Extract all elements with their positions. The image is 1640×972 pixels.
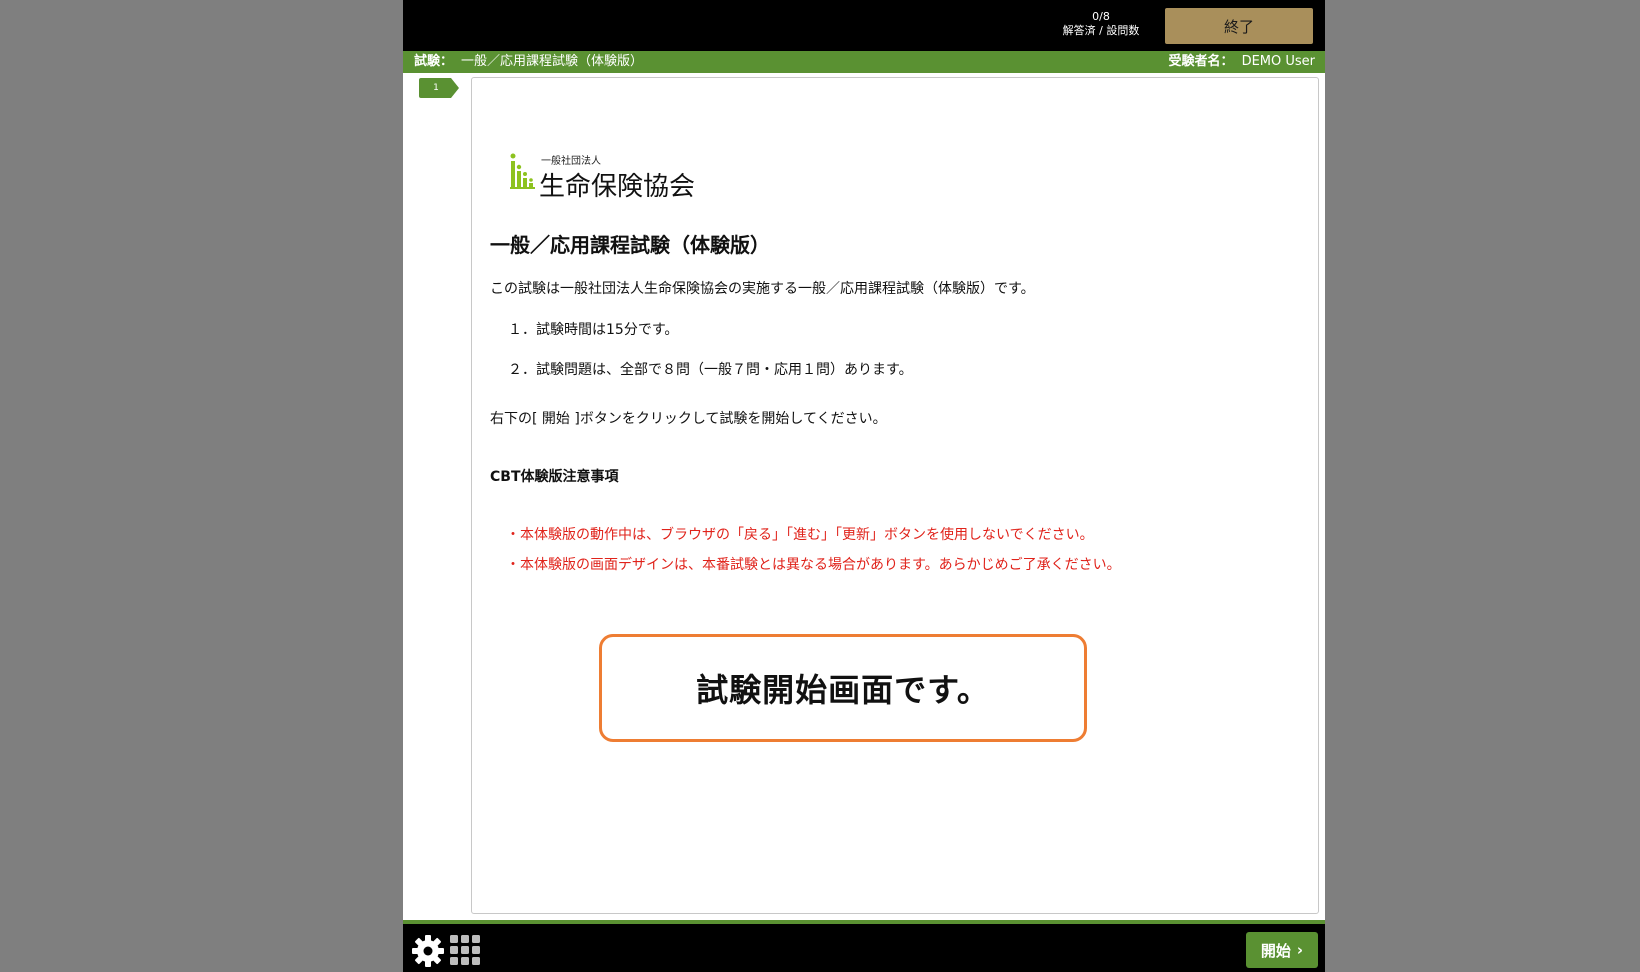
rule-item-2: ２．試験問題は、全部で８問（一般７問・応用１問）あります。 [508, 362, 913, 378]
callout-box: 試験開始画面です。 [599, 634, 1087, 742]
logo-mark-icon [510, 153, 535, 189]
notes-heading: CBT体験版注意事項 [490, 469, 619, 485]
callout-text: 試験開始画面です。 [696, 671, 990, 709]
examinee-info: 受験者名： DEMO User [1169, 51, 1315, 73]
content-panel: 一般社団法人 生命保険協会 一般／応用課程試験（体験版） この試験は一般社団法人… [471, 77, 1319, 914]
intro-text: この試験は一般社団法人生命保険協会の実施する一般／応用課程試験（体験版）です。 [490, 281, 1035, 297]
gear-icon[interactable] [411, 934, 445, 968]
association-logo: 一般社団法人 生命保険協会 [510, 152, 710, 202]
grid-icon[interactable] [449, 934, 481, 966]
start-button-label: 開始 [1260, 941, 1291, 960]
page-title: 一般／応用課程試験（体験版） [490, 233, 770, 257]
start-instruction: 右下の[ 開始 ]ボタンをクリックして試験を開始してください。 [490, 411, 887, 427]
answered-label: 解答済 / 設問数 [1062, 24, 1140, 37]
exam-info-bar: 試験： 一般／応用課程試験（体験版） 受験者名： DEMO User [403, 51, 1325, 73]
rule-item-1: １．試験時間は15分です。 [508, 322, 679, 338]
bottom-bar: 開始 › [403, 920, 1325, 972]
exam-label: 試験： [414, 54, 454, 69]
note-item-1: ・本体験版の動作中は、ブラウザの「戻る」「進む」「更新」ボタンを使用しないでくだ… [506, 527, 1094, 543]
answer-progress: 0/8 解答済 / 設問数 [1045, 10, 1157, 38]
answered-count: 0/8 [1092, 10, 1110, 23]
examinee-label: 受験者名： [1168, 54, 1234, 69]
exam-window: 0/8 解答済 / 設問数 終了 試験： 一般／応用課程試験（体験版） 受験者名：… [403, 0, 1325, 972]
exam-name: 一般／応用課程試験（体験版） [461, 54, 644, 69]
exam-info: 試験： 一般／応用課程試験（体験版） [414, 51, 643, 73]
question-tab-1[interactable]: 1 [419, 78, 459, 98]
logo-large-text: 生命保険協会 [539, 172, 696, 202]
logo-small-text: 一般社団法人 [541, 156, 601, 167]
end-button[interactable]: 終了 [1165, 8, 1313, 44]
start-button[interactable]: 開始 › [1246, 932, 1318, 968]
top-bar: 0/8 解答済 / 設問数 終了 [403, 0, 1325, 51]
note-item-2: ・本体験版の画面デザインは、本番試験とは異なる場合があります。あらかじめご了承く… [506, 557, 1121, 573]
examinee-name: DEMO User [1241, 54, 1315, 69]
chevron-right-icon: › [1296, 941, 1304, 959]
